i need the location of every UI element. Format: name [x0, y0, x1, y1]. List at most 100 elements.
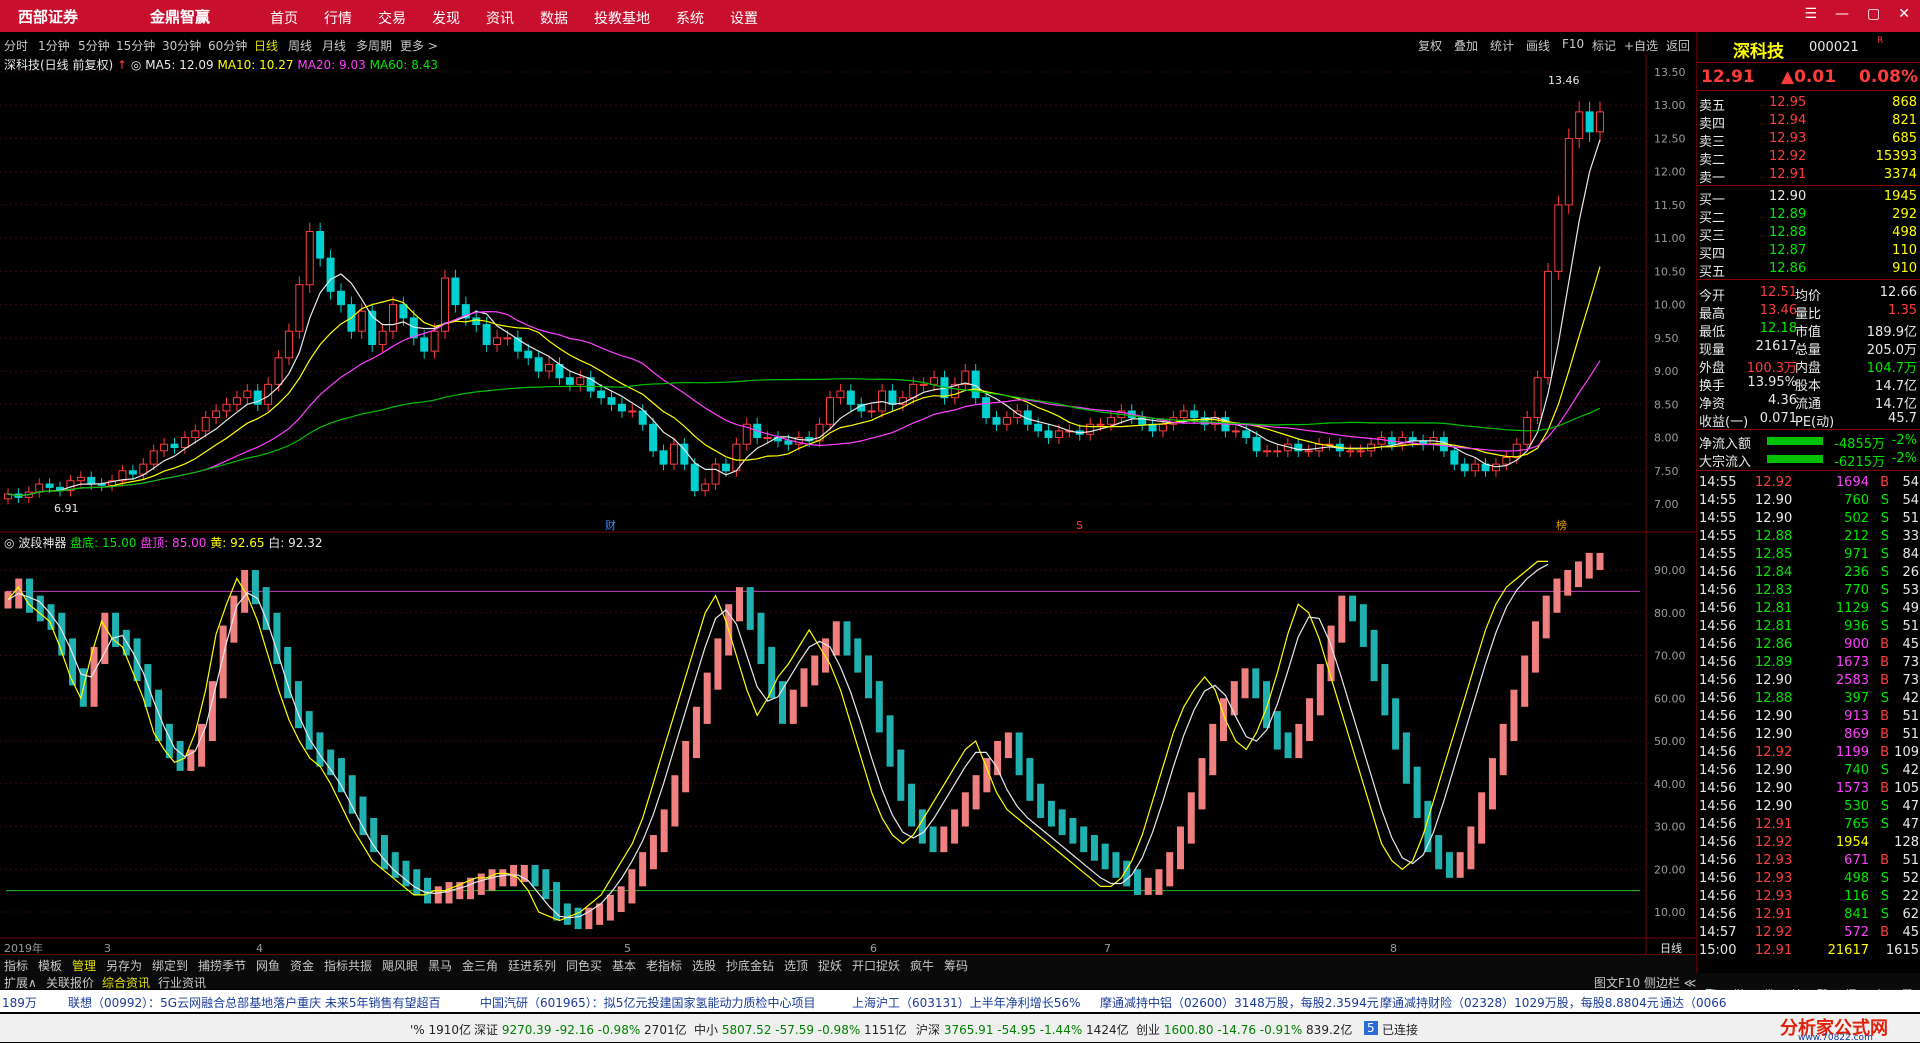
indicator-tab[interactable]: 疯牛: [910, 957, 934, 974]
stat-row[interactable]: 现量 21617 总量 205.0万: [1697, 338, 1920, 358]
minimize-icon[interactable]: —: [1835, 6, 1849, 22]
industry-news-tab[interactable]: 行业资讯: [158, 974, 206, 991]
tool-back[interactable]: 返回: [1666, 37, 1690, 54]
period-intraday[interactable]: 分时: [4, 37, 28, 54]
tool-f10[interactable]: F10: [1562, 37, 1584, 51]
tool-stats[interactable]: 统计: [1490, 37, 1514, 54]
stat-row[interactable]: 净资 4.36 流通 14.7亿: [1697, 392, 1920, 412]
ask-row[interactable]: 卖四 12.94 821: [1697, 112, 1920, 132]
ticker-item[interactable]: 联想（00992）：5G云网融合总部基地落户重庆 未来5年销售有望超百: [68, 994, 441, 1011]
indicator-tab[interactable]: 开口捉妖: [852, 957, 900, 974]
tick-row[interactable]: 14:55 12.90 502 S 51: [1697, 510, 1920, 528]
stat-row[interactable]: 最低 12.18 市值 189.9亿: [1697, 320, 1920, 340]
indicator-tab[interactable]: 基本: [612, 957, 636, 974]
tick-row[interactable]: 14:56 12.90 869 B 51: [1697, 726, 1920, 744]
indicator-tab[interactable]: 捉妖: [818, 957, 842, 974]
bid-row[interactable]: 买五 12.86 910: [1697, 260, 1920, 280]
ticker-item[interactable]: 189万: [2, 994, 37, 1011]
tick-row[interactable]: 14:55 12.88 212 S 33: [1697, 528, 1920, 546]
ticker-item[interactable]: 通达（0066: [1660, 994, 1727, 1011]
tick-row[interactable]: 14:56 12.90 913 B 51: [1697, 708, 1920, 726]
bid-row[interactable]: 买二 12.89 292: [1697, 206, 1920, 226]
ticker-item[interactable]: 中国汽研（601965）：拟5亿元投建国家氢能动力质检中心项目: [480, 994, 815, 1011]
period-daily[interactable]: 日线: [254, 37, 278, 54]
indicator-tab[interactable]: 筹码: [944, 957, 968, 974]
tick-row[interactable]: 14:56 12.83 770 S 53: [1697, 582, 1920, 600]
tick-row[interactable]: 14:56 12.92 1954 128: [1697, 834, 1920, 852]
bid-row[interactable]: 买三 12.88 498: [1697, 224, 1920, 244]
period-15min[interactable]: 15分钟: [116, 37, 155, 54]
indicator-tab[interactable]: 捕捞季节: [198, 957, 246, 974]
ticker-item[interactable]: 摩通减持中铝（02600）3148万股，每股2.3594元: [1100, 994, 1379, 1011]
tick-row[interactable]: 14:56 12.91 765 S 47: [1697, 816, 1920, 834]
indicator-tab[interactable]: 廷进系列: [508, 957, 556, 974]
tick-row[interactable]: 14:56 12.90 530 S 47: [1697, 798, 1920, 816]
kline-chart[interactable]: 13.50 13.00 12.50 12.00 11.50 11.00 10.50 10.00…: [0, 54, 1696, 954]
ask-row[interactable]: 卖五 12.95 868: [1697, 94, 1920, 114]
tick-row[interactable]: 14:55 12.85 971 S 84: [1697, 546, 1920, 564]
tool-mark[interactable]: 标记: [1592, 37, 1616, 54]
indicator-tab[interactable]: 选股: [692, 957, 716, 974]
period-weekly[interactable]: 周线: [288, 37, 312, 54]
menu-discover[interactable]: 发现: [432, 8, 460, 28]
expand-tab[interactable]: 扩展∧: [4, 974, 37, 991]
period-multi[interactable]: 多周期: [356, 37, 392, 54]
indicator-tab[interactable]: 老指标: [646, 957, 682, 974]
tick-row[interactable]: 14:56 12.86 900 B 45: [1697, 636, 1920, 654]
indicator-tab[interactable]: 金三角: [462, 957, 498, 974]
ask-row[interactable]: 卖一 12.91 3374: [1697, 166, 1920, 186]
menu-icon[interactable]: ☰: [1804, 6, 1817, 22]
index-shenzhen[interactable]: 深证 9270.39 -92.16 -0.98% 2701亿: [474, 1021, 687, 1038]
ask-row[interactable]: 卖三 12.93 685: [1697, 130, 1920, 150]
index-hs300[interactable]: 沪深 3765.91 -54.95 -1.44% 1424亿: [916, 1021, 1129, 1038]
menu-education[interactable]: 投教基地: [594, 8, 650, 28]
stat-row[interactable]: 外盘 100.3万 内盘 104.7万: [1697, 356, 1920, 376]
stat-row[interactable]: 最高 13.46 量比 1.35: [1697, 302, 1920, 322]
indicator-tab[interactable]: 同色买: [566, 957, 602, 974]
bid-row[interactable]: 买四 12.87 110: [1697, 242, 1920, 262]
menu-home[interactable]: 首页: [270, 8, 298, 28]
period-30min[interactable]: 30分钟: [162, 37, 201, 54]
tick-row[interactable]: 14:56 12.88 397 S 42: [1697, 690, 1920, 708]
stat-row[interactable]: 今开 12.51 均价 12.66: [1697, 284, 1920, 304]
ticker-item[interactable]: 上海沪工（603131）上半年净利增长56%: [852, 994, 1080, 1011]
indicator-tab[interactable]: 飓风眼: [382, 957, 418, 974]
period-1min[interactable]: 1分钟: [38, 37, 70, 54]
tool-overlay[interactable]: 叠加: [1454, 37, 1478, 54]
tick-row[interactable]: 14:56 12.90 2583 B 73: [1697, 672, 1920, 690]
indicator-tab[interactable]: 网鱼: [256, 957, 280, 974]
indicator-tab[interactable]: 指标共振: [324, 957, 372, 974]
tick-row[interactable]: 14:56 12.90 740 S 42: [1697, 762, 1920, 780]
menu-trade[interactable]: 交易: [378, 8, 406, 28]
tick-row[interactable]: 14:57 12.92 572 B 45: [1697, 924, 1920, 942]
tick-row[interactable]: 15:00 12.91 21617 1615: [1697, 942, 1920, 960]
tick-row[interactable]: 14:56 12.91 841 S 62: [1697, 906, 1920, 924]
indicator-tab[interactable]: 另存为: [106, 957, 142, 974]
menu-data[interactable]: 数据: [540, 8, 568, 28]
period-monthly[interactable]: 月线: [322, 37, 346, 54]
related-quotes-tab[interactable]: 关联报价: [46, 974, 94, 991]
tool-draw[interactable]: 画线: [1526, 37, 1550, 54]
indicator-tab[interactable]: 绑定到: [152, 957, 188, 974]
tool-add-watch[interactable]: +自选: [1624, 37, 1658, 54]
menu-settings[interactable]: 设置: [730, 8, 758, 28]
tick-row[interactable]: 14:56 12.81 936 S 51: [1697, 618, 1920, 636]
menu-system[interactable]: 系统: [676, 8, 704, 28]
menu-quotes[interactable]: 行情: [324, 8, 352, 28]
flow-row[interactable]: 大宗流入 -6215万 -2%: [1697, 450, 1920, 470]
indicator-tab[interactable]: 抄底金钻: [726, 957, 774, 974]
period-5min[interactable]: 5分钟: [78, 37, 110, 54]
tick-row[interactable]: 14:55 12.90 760 S 54: [1697, 492, 1920, 510]
news-tab[interactable]: 综合资讯: [102, 974, 150, 991]
indicator-tab[interactable]: 资金: [290, 957, 314, 974]
ask-row[interactable]: 卖二 12.92 15393: [1697, 148, 1920, 168]
stat-row[interactable]: 收益(一) 0.071 PE(动) 45.7: [1697, 410, 1920, 430]
bid-row[interactable]: 买一 12.90 1945: [1697, 188, 1920, 208]
indicator-tab[interactable]: 模板: [38, 957, 62, 974]
f10-sidebar-toggle[interactable]: 图文F10 侧边栏 ≪: [1594, 974, 1696, 991]
tick-row[interactable]: 14:55 12.92 1694 B 54: [1697, 474, 1920, 492]
indicator-tab[interactable]: 管理: [72, 957, 96, 974]
tick-row[interactable]: 14:56 12.93 671 B 51: [1697, 852, 1920, 870]
tick-row[interactable]: 14:56 12.81 1129 S 49: [1697, 600, 1920, 618]
ticker-item[interactable]: 摩通减持财险（02328）1029万股，每股8.8804元: [1380, 994, 1659, 1011]
